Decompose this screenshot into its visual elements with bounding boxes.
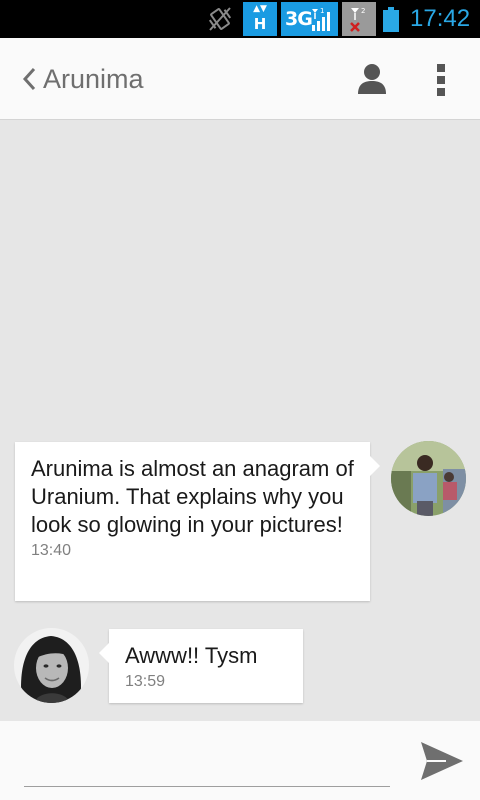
signal-3g-icon: 3G 1 [281, 2, 338, 36]
network-3g-label: 3G [285, 8, 313, 30]
message-text: Arunima is almost an anagram of Uranium.… [31, 456, 354, 537]
status-bar: ▲▼ H 3G 1 2 17:42 [0, 0, 480, 38]
message-bubble[interactable]: Awww!! Tysm 13:59 [99, 629, 303, 703]
message-input[interactable] [24, 731, 390, 787]
svg-text:2: 2 [361, 7, 365, 15]
message-bubble[interactable]: Arunima is almost an anagram of Uranium.… [15, 442, 380, 601]
app-bar: Arunima [0, 38, 480, 120]
sender-avatar[interactable] [391, 441, 466, 516]
back-icon[interactable] [20, 66, 38, 92]
composer-bar [0, 721, 480, 800]
contact-name[interactable]: Arunima [43, 63, 144, 95]
message-text: Awww!! Tysm [125, 643, 258, 668]
sim2-no-signal-icon: 2 [342, 2, 376, 36]
message-time: 13:40 [31, 542, 72, 559]
contact-avatar[interactable] [14, 628, 89, 703]
network-h-icon: ▲▼ H [243, 2, 277, 36]
battery-icon [383, 7, 399, 32]
overflow-menu-icon[interactable] [434, 62, 448, 96]
status-time: 17:42 [410, 5, 471, 32]
send-icon[interactable] [418, 739, 466, 783]
message-time: 13:59 [125, 673, 166, 690]
person-icon[interactable] [356, 62, 388, 96]
svg-text:1: 1 [320, 7, 324, 15]
vibrate-icon [208, 7, 232, 31]
